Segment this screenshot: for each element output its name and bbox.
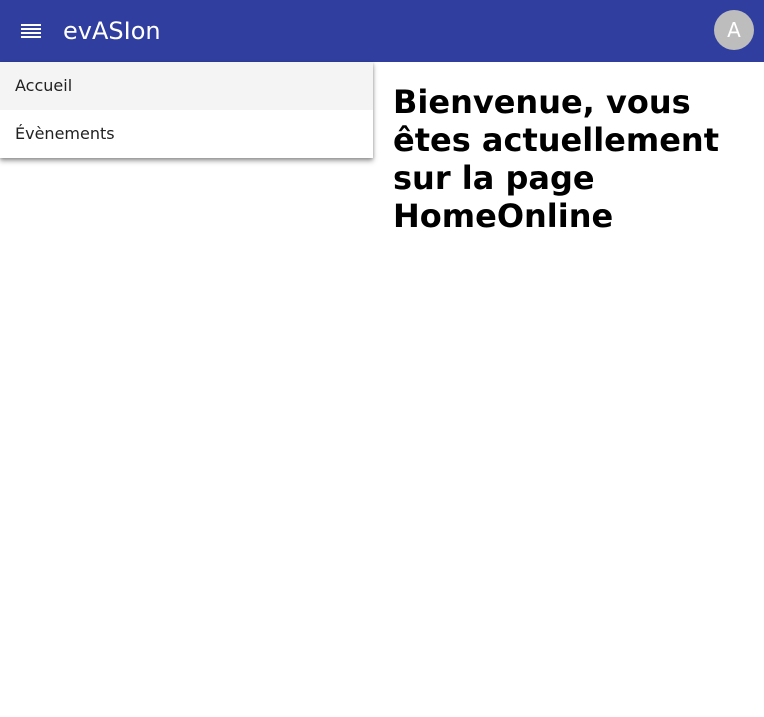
nav-item-evenements[interactable]: Évènements [0,110,373,158]
nav-item-accueil[interactable]: Accueil [0,62,373,110]
user-avatar[interactable]: A [714,10,754,50]
menu-button[interactable] [15,15,47,47]
app-bar: evASIon A [0,0,764,62]
page-title: Bienvenue, vous êtes actuellement sur la… [393,83,719,235]
navigation-menu: Accueil Évènements [0,62,373,158]
app-title: evASIon [63,17,161,45]
hamburger-menu-icon [21,23,41,39]
